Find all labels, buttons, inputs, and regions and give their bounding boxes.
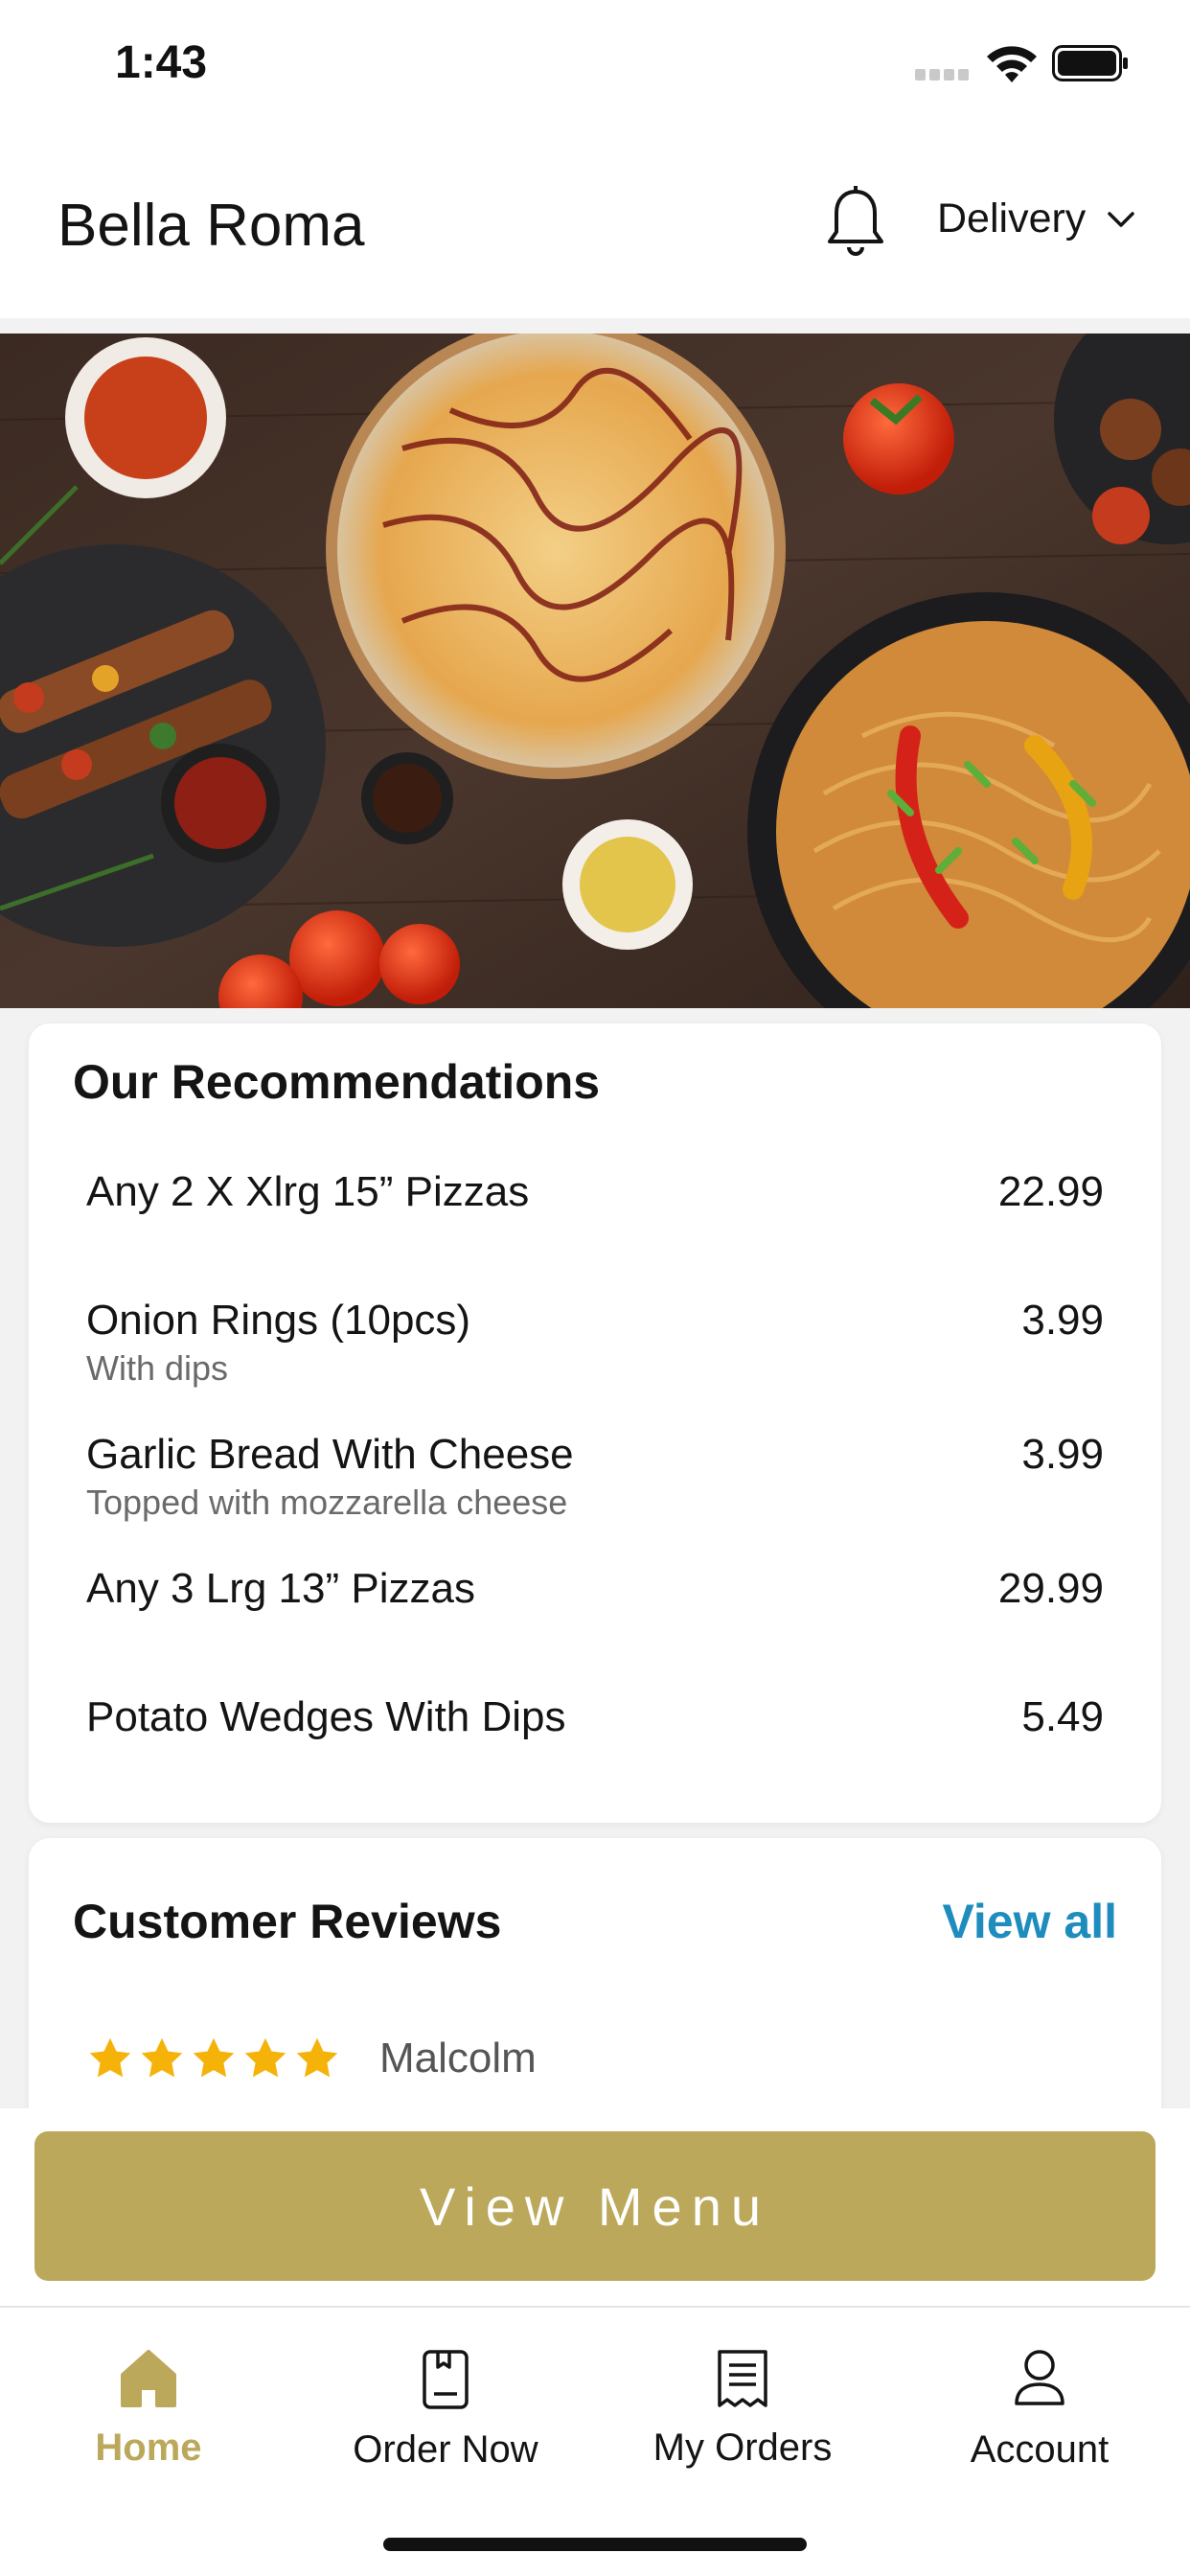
star-icon <box>244 2037 286 2078</box>
tab-label: Account <box>970 2428 1110 2471</box>
item-description: With dips <box>86 1348 229 1388</box>
user-icon <box>1015 2350 1064 2405</box>
recommendation-item[interactable]: Any 3 Lrg 13” Pizzas 29.99 <box>86 1562 1104 1616</box>
status-bar: 1:43 <box>0 0 1190 134</box>
delivery-dropdown[interactable]: Delivery <box>937 196 1135 242</box>
home-indicator <box>383 2538 807 2551</box>
review-item[interactable]: Malcolm <box>86 2035 537 2082</box>
signal-icon <box>915 69 969 80</box>
recommendation-item[interactable]: Garlic Bread With Cheese Topped with moz… <box>86 1428 1104 1524</box>
reviewer-name: Malcolm <box>379 2035 537 2082</box>
tab-home[interactable]: Home <box>0 2348 297 2470</box>
bottom-tab-bar: Home Order Now My Orders Account <box>0 2306 1190 2576</box>
recommendation-item[interactable]: Potato Wedges With Dips 5.49 <box>86 1690 1104 1744</box>
status-time: 1:43 <box>115 37 208 88</box>
wifi-icon <box>987 46 1037 82</box>
order-icon <box>423 2350 469 2409</box>
item-name: Potato Wedges With Dips <box>86 1693 566 1740</box>
tab-label: My Orders <box>652 2426 833 2469</box>
item-description: Topped with mozzarella cheese <box>86 1483 568 1522</box>
item-name: Garlic Bread With Cheese <box>86 1431 574 1478</box>
recommendations-title: Our Recommendations <box>73 1055 601 1109</box>
item-price: 5.49 <box>1021 1693 1104 1740</box>
item-name: Onion Rings (10pcs) <box>86 1297 471 1344</box>
item-price: 3.99 <box>1021 1297 1104 1344</box>
tab-account[interactable]: Account <box>891 2348 1188 2472</box>
view-menu-button[interactable]: View Menu <box>34 2131 1156 2281</box>
bell-icon[interactable] <box>822 184 889 261</box>
tab-order-now[interactable]: Order Now <box>297 2348 594 2472</box>
tab-label: Order Now <box>353 2428 538 2471</box>
reviews-title: Customer Reviews <box>73 1895 502 1948</box>
item-name: Any 2 X Xlrg 15” Pizzas <box>86 1168 530 1215</box>
restaurant-title: Bella Roma <box>57 193 365 259</box>
battery-icon <box>1052 45 1128 81</box>
rating-stars <box>86 2035 341 2082</box>
home-icon <box>121 2350 176 2407</box>
star-icon <box>89 2037 131 2078</box>
delivery-label: Delivery <box>937 196 1087 242</box>
item-price: 3.99 <box>1021 1431 1104 1478</box>
recommendations-card: Our Recommendations Any 2 X Xlrg 15” Piz… <box>29 1024 1161 1823</box>
item-price: 29.99 <box>997 1565 1104 1612</box>
star-icon <box>193 2037 235 2078</box>
view-menu-bar: View Menu <box>0 2108 1190 2306</box>
star-icon <box>296 2037 338 2078</box>
receipt-icon <box>718 2350 767 2407</box>
view-all-link[interactable]: View all <box>942 1894 1117 1949</box>
recommendation-item[interactable]: Onion Rings (10pcs) With dips 3.99 <box>86 1294 1104 1390</box>
tab-label: Home <box>95 2426 202 2469</box>
item-name: Any 3 Lrg 13” Pizzas <box>86 1565 475 1612</box>
tab-my-orders[interactable]: My Orders <box>594 2348 891 2470</box>
recommendation-item[interactable]: Any 2 X Xlrg 15” Pizzas 22.99 <box>86 1165 1104 1219</box>
hero-food-image <box>0 334 1190 1008</box>
app-header: Bella Roma Delivery <box>0 134 1190 318</box>
star-icon <box>141 2037 183 2078</box>
item-price: 22.99 <box>997 1168 1104 1215</box>
chevron-down-icon <box>1108 211 1135 227</box>
